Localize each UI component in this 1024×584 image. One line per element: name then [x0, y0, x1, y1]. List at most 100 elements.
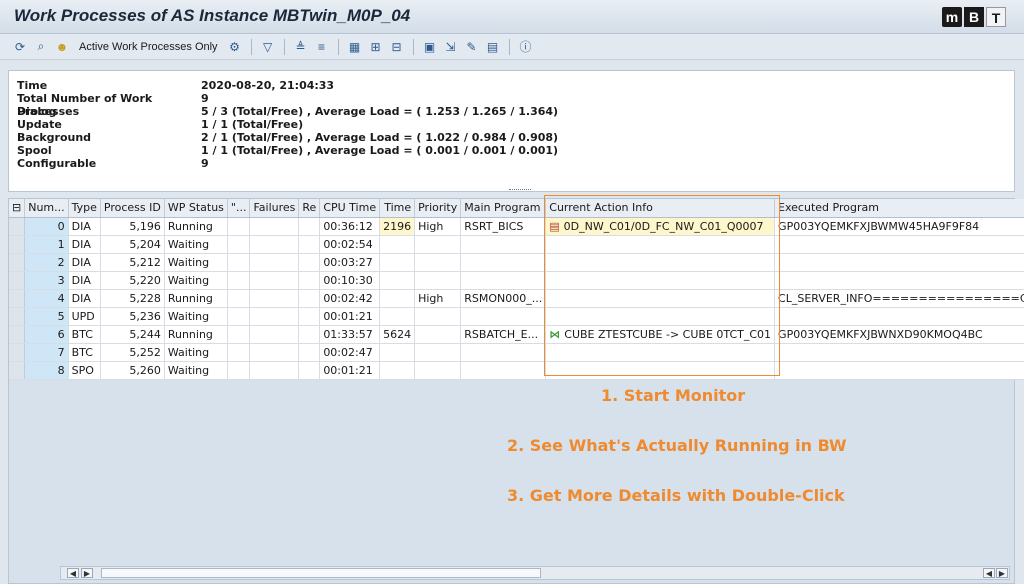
column-header-process-id[interactable]: Process ID: [100, 199, 165, 218]
cell-num[interactable]: 8: [24, 361, 69, 380]
cell-cpu-time[interactable]: 00:36:12: [319, 217, 381, 236]
cell-priority[interactable]: [414, 271, 462, 290]
cell-main-program[interactable]: RSBATCH_E...: [460, 325, 547, 344]
cell-cpu-time[interactable]: 00:02:54: [319, 235, 381, 254]
column-header-type[interactable]: Type: [68, 199, 101, 218]
cell-num[interactable]: 6: [24, 325, 69, 344]
cell-executed-program[interactable]: [774, 307, 1024, 326]
column-header-main-program[interactable]: Main Program: [460, 199, 547, 218]
cell-executed-program[interactable]: CL_SERVER_INFO================CP: [774, 289, 1024, 308]
cell-num[interactable]: 5: [24, 307, 69, 326]
settings-icon[interactable]: ⚙: [227, 39, 243, 55]
cell-wp-status[interactable]: Waiting: [164, 307, 228, 326]
column-header-restart[interactable]: Re: [298, 199, 321, 218]
table-row[interactable]: 8 SPO 5,260 Waiting 00:01:21: [9, 361, 1024, 380]
cell-type[interactable]: DIA: [68, 235, 101, 254]
cell-reason[interactable]: [227, 253, 251, 272]
cell-type[interactable]: BTC: [68, 343, 101, 362]
cell-cpu-time[interactable]: 00:02:47: [319, 343, 381, 362]
cell-cpu-time[interactable]: 00:01:21: [319, 361, 381, 380]
column-header-executed-program[interactable]: Executed Program: [774, 199, 1024, 218]
cell-num[interactable]: 7: [24, 343, 69, 362]
cell-process-id[interactable]: 5,236: [100, 307, 165, 326]
cell-reason[interactable]: [227, 235, 251, 254]
column-header-cpu-time[interactable]: CPU Time: [319, 199, 381, 218]
table-row[interactable]: 5 UPD 5,236 Waiting 00:01:21: [9, 307, 1024, 326]
row-selector[interactable]: [9, 343, 26, 362]
row-selector[interactable]: [9, 289, 26, 308]
cell-wp-status[interactable]: Waiting: [164, 271, 228, 290]
user-icon[interactable]: ☻: [54, 39, 70, 55]
cell-time[interactable]: [379, 235, 416, 254]
cell-failures[interactable]: [249, 253, 300, 272]
cell-wp-status[interactable]: Waiting: [164, 253, 228, 272]
cell-type[interactable]: BTC: [68, 325, 101, 344]
cell-wp-status[interactable]: Running: [164, 289, 228, 308]
cell-priority[interactable]: [414, 343, 462, 362]
cell-cpu-time[interactable]: 00:01:21: [319, 307, 381, 326]
cell-failures[interactable]: [249, 325, 300, 344]
cell-cpu-time[interactable]: 00:02:42: [319, 289, 381, 308]
cell-num[interactable]: 0: [24, 217, 69, 236]
cell-type[interactable]: DIA: [68, 271, 101, 290]
table-row[interactable]: 1 DIA 5,204 Waiting 00:02:54: [9, 235, 1024, 254]
column-header-current-action-info[interactable]: Current Action Info: [545, 199, 776, 218]
scroll-far-right-icon[interactable]: ▶: [996, 568, 1008, 578]
cell-failures[interactable]: [249, 289, 300, 308]
columns-icon[interactable]: ⊞: [368, 39, 384, 55]
cell-process-id[interactable]: 5,260: [100, 361, 165, 380]
select-all-icon[interactable]: ⊟: [9, 199, 26, 218]
cell-cpu-time[interactable]: 00:10:30: [319, 271, 381, 290]
cell-main-program[interactable]: [460, 253, 547, 272]
sort-descending-icon[interactable]: ≡: [314, 39, 330, 55]
cell-time[interactable]: [379, 361, 416, 380]
refresh-icon[interactable]: ⟳: [12, 39, 28, 55]
cell-process-id[interactable]: 5,228: [100, 289, 165, 308]
cell-failures[interactable]: [249, 235, 300, 254]
cell-current-action-info[interactable]: [545, 235, 776, 254]
cell-restart[interactable]: [298, 289, 321, 308]
cell-executed-program[interactable]: GP003YQEMKFXJBWNXD90KMOQ4BC: [774, 325, 1024, 344]
cell-wp-status[interactable]: Waiting: [164, 361, 228, 380]
cell-main-program[interactable]: [460, 361, 547, 380]
cell-process-id[interactable]: 5,212: [100, 253, 165, 272]
row-selector[interactable]: [9, 361, 26, 380]
cell-priority[interactable]: [414, 235, 462, 254]
cell-failures[interactable]: [249, 307, 300, 326]
column-header-time[interactable]: Time: [379, 199, 416, 218]
layout-icon[interactable]: ⊟: [389, 39, 405, 55]
cell-restart[interactable]: [298, 217, 321, 236]
search-icon[interactable]: ⌕: [33, 39, 49, 55]
cell-reason[interactable]: [227, 217, 251, 236]
cell-wp-status[interactable]: Waiting: [164, 343, 228, 362]
cell-restart[interactable]: [298, 235, 321, 254]
cell-current-action-info[interactable]: [545, 289, 776, 308]
cell-reason[interactable]: [227, 343, 251, 362]
cell-reason[interactable]: [227, 361, 251, 380]
cell-reason[interactable]: [227, 271, 251, 290]
cell-restart[interactable]: [298, 343, 321, 362]
row-selector[interactable]: [9, 253, 26, 272]
edit-icon[interactable]: ✎: [464, 39, 480, 55]
row-selector[interactable]: [9, 271, 26, 290]
column-header-num[interactable]: Num...: [24, 199, 69, 218]
horizontal-scrollbar[interactable]: ◀ ▶ ◀ ▶: [60, 566, 1010, 580]
cell-process-id[interactable]: 5,196: [100, 217, 165, 236]
cell-failures[interactable]: [249, 217, 300, 236]
cell-priority[interactable]: [414, 253, 462, 272]
cell-time[interactable]: 5624: [379, 325, 416, 344]
cell-priority[interactable]: [414, 361, 462, 380]
cell-main-program[interactable]: [460, 307, 547, 326]
cell-restart[interactable]: [298, 361, 321, 380]
cell-executed-program[interactable]: [774, 361, 1024, 380]
cell-type[interactable]: UPD: [68, 307, 101, 326]
cell-executed-program[interactable]: [774, 271, 1024, 290]
cell-type[interactable]: SPO: [68, 361, 101, 380]
table-row[interactable]: 0 DIA 5,196 Running 00:36:12 2196 High RSRT_BIC…: [9, 217, 1024, 236]
cell-time[interactable]: [379, 253, 416, 272]
cell-num[interactable]: 3: [24, 271, 69, 290]
sort-ascending-icon[interactable]: ≜: [293, 39, 309, 55]
cell-restart[interactable]: [298, 253, 321, 272]
scroll-left-icon[interactable]: ◀: [67, 568, 79, 578]
column-header-reason[interactable]: "...: [227, 199, 251, 218]
